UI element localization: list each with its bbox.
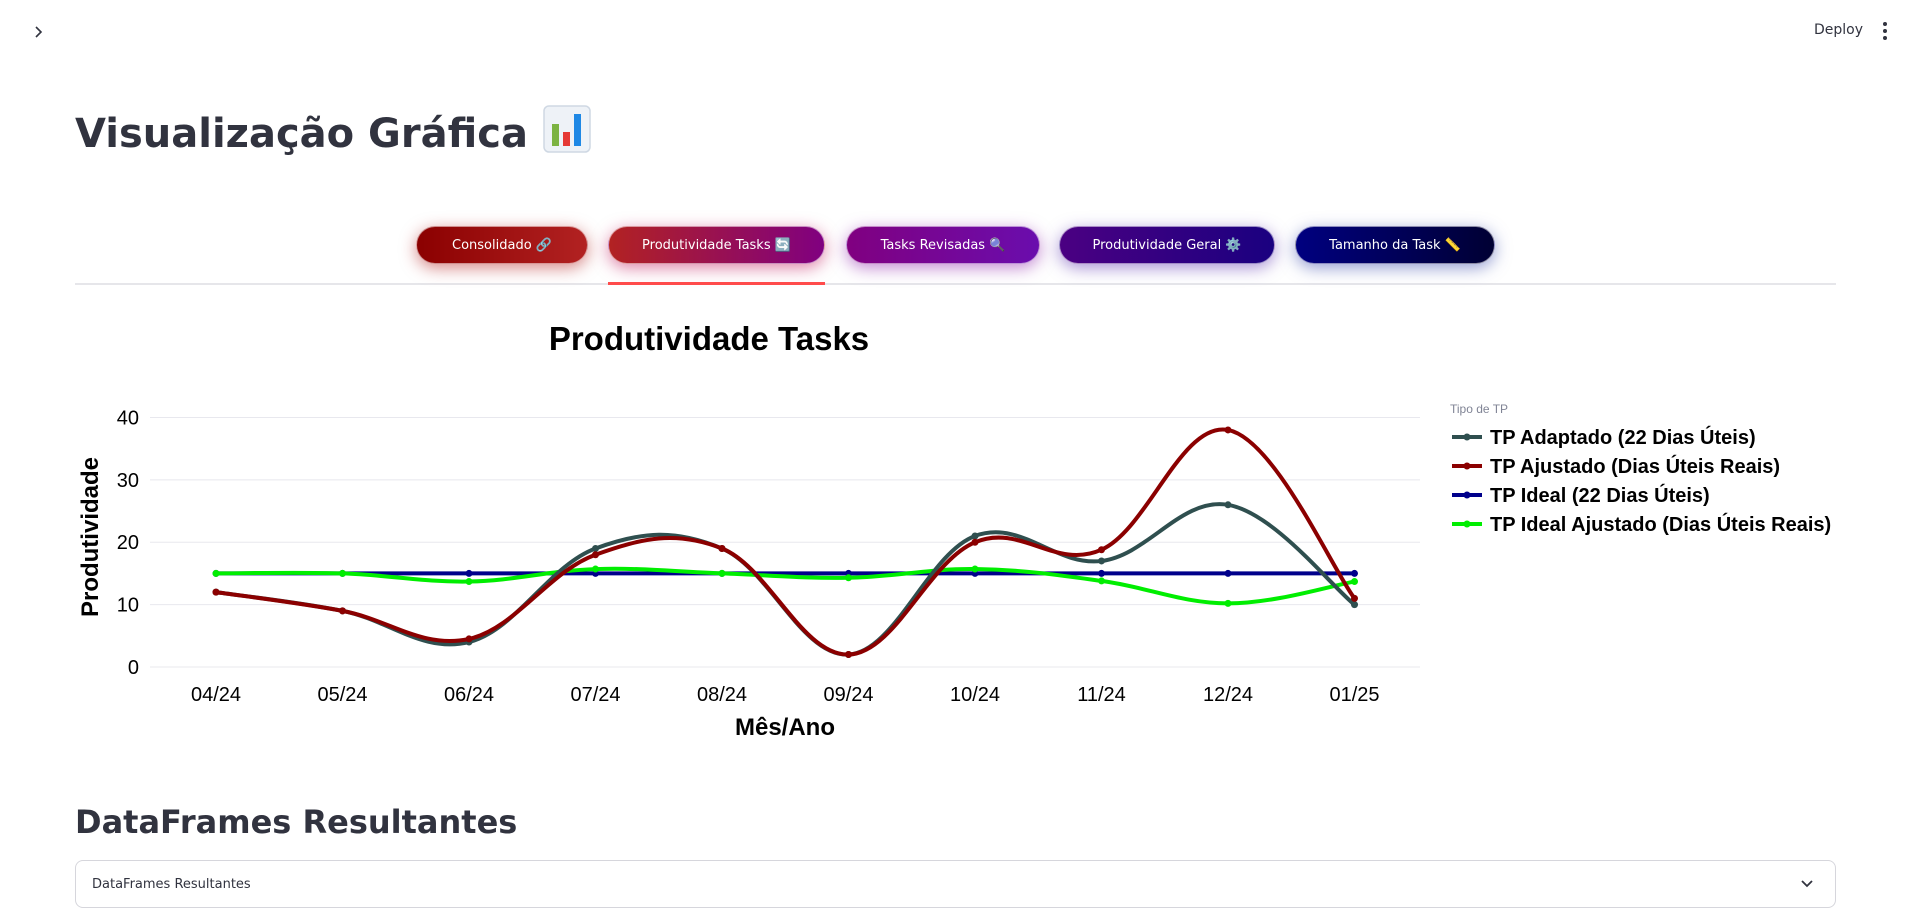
expander-label: DataFrames Resultantes bbox=[92, 876, 251, 892]
legend-title: Tipo de TP bbox=[1450, 402, 1508, 416]
data-point bbox=[339, 569, 346, 577]
tab-4[interactable]: Produtividade Geral ⚙️ bbox=[1059, 226, 1275, 264]
tab-5[interactable]: Tamanho da Task 📏 bbox=[1295, 226, 1495, 264]
x-tick-label: 07/24 bbox=[570, 684, 620, 706]
legend-item-2[interactable]: TP Ajustado (Dias Úteis Reais) bbox=[1452, 454, 1780, 478]
data-point bbox=[1224, 501, 1232, 509]
data-point bbox=[465, 578, 473, 586]
data-point bbox=[1224, 426, 1232, 434]
data-point bbox=[1224, 569, 1232, 577]
y-tick-label: 20 bbox=[117, 532, 139, 554]
legend-item-3[interactable]: TP Ideal (22 Dias Úteis) bbox=[1452, 483, 1710, 507]
page-title-text: Visualização Gráfica bbox=[75, 111, 528, 157]
legend-marker bbox=[1463, 491, 1471, 499]
data-point bbox=[1098, 577, 1105, 585]
x-tick-label: 12/24 bbox=[1203, 684, 1253, 706]
data-point bbox=[465, 635, 473, 643]
data-point bbox=[1098, 557, 1105, 565]
tab-1[interactable]: Consolidado 🔗 bbox=[416, 226, 588, 264]
chart-title: Produtividade Tasks bbox=[549, 320, 869, 357]
chart-svg: Produtividade Tasks Produtividade Mês/An… bbox=[77, 320, 1831, 741]
legend-label: TP Adaptado (22 Dias Úteis) bbox=[1490, 425, 1756, 449]
data-point bbox=[1351, 601, 1358, 609]
data-point bbox=[1351, 578, 1358, 586]
x-tick-label: 04/24 bbox=[191, 684, 241, 706]
bar-chart-icon bbox=[542, 104, 592, 164]
data-point bbox=[845, 574, 852, 582]
active-tab-indicator bbox=[608, 282, 825, 285]
x-axis-label: Mês/Ano bbox=[735, 714, 835, 741]
legend-label: TP Ideal (22 Dias Úteis) bbox=[1490, 483, 1710, 507]
y-tick-label: 0 bbox=[128, 657, 139, 679]
data-point bbox=[845, 651, 852, 659]
sidebar-toggle-button[interactable] bbox=[26, 20, 50, 44]
data-point bbox=[718, 544, 726, 552]
data-point bbox=[971, 565, 979, 573]
legend-marker bbox=[1463, 520, 1471, 528]
y-axis-label: Produtividade bbox=[77, 457, 104, 617]
data-point bbox=[465, 569, 473, 577]
y-tick-label: 40 bbox=[117, 407, 139, 429]
data-point bbox=[1351, 569, 1358, 577]
data-point bbox=[1098, 569, 1105, 577]
y-tick-label: 10 bbox=[117, 595, 139, 617]
data-point bbox=[718, 569, 726, 577]
legend-label: TP Ideal Ajustado (Dias Úteis Reais) bbox=[1490, 512, 1831, 536]
data-point bbox=[212, 588, 220, 596]
tab-3[interactable]: Tasks Revisadas 🔍 bbox=[846, 226, 1040, 264]
x-tick-label: 11/24 bbox=[1077, 684, 1126, 706]
data-point bbox=[1098, 546, 1105, 554]
legend-marker bbox=[1463, 433, 1471, 441]
data-point bbox=[1224, 599, 1232, 607]
chevron-right-icon bbox=[35, 26, 43, 38]
section-title: DataFrames Resultantes bbox=[75, 803, 518, 841]
data-point bbox=[212, 569, 220, 577]
x-tick-label: 10/24 bbox=[950, 684, 1000, 706]
data-point bbox=[1351, 594, 1358, 602]
productivity-chart: Produtividade Tasks Produtividade Mês/An… bbox=[0, 300, 1913, 760]
tab-2[interactable]: Produtividade Tasks 🔄 bbox=[608, 226, 825, 264]
legend-item-4[interactable]: TP Ideal Ajustado (Dias Úteis Reais) bbox=[1452, 512, 1831, 536]
data-point bbox=[339, 607, 346, 615]
x-tick-label: 09/24 bbox=[823, 684, 873, 706]
data-point bbox=[592, 565, 599, 573]
y-tick-label: 30 bbox=[117, 470, 139, 492]
data-point bbox=[971, 532, 979, 540]
x-tick-label: 08/24 bbox=[697, 684, 747, 706]
data-point bbox=[592, 551, 599, 559]
data-point bbox=[592, 544, 599, 552]
legend-item-1[interactable]: TP Adaptado (22 Dias Úteis) bbox=[1452, 425, 1756, 449]
series-line-1 bbox=[214, 502, 1357, 657]
page-title: Visualização Gráfica bbox=[75, 104, 592, 164]
chevron-down-icon bbox=[1801, 880, 1813, 888]
x-tick-label: 05/24 bbox=[317, 684, 367, 706]
dataframes-expander[interactable]: DataFrames Resultantes bbox=[75, 860, 1836, 908]
deploy-button[interactable]: Deploy bbox=[1808, 20, 1869, 40]
kebab-menu-icon[interactable] bbox=[1876, 18, 1894, 44]
tabs-divider bbox=[75, 283, 1836, 285]
legend-marker bbox=[1463, 462, 1471, 470]
x-tick-label: 01/25 bbox=[1329, 684, 1379, 706]
data-point bbox=[971, 538, 979, 546]
legend-label: TP Ajustado (Dias Úteis Reais) bbox=[1490, 454, 1780, 478]
x-tick-label: 06/24 bbox=[444, 684, 494, 706]
